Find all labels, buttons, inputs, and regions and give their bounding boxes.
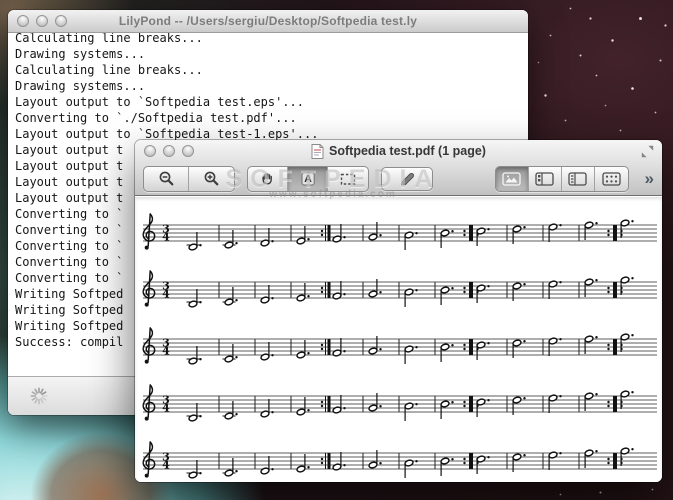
view-mode-button-group: [494, 165, 629, 192]
music-staff: 3 4: [142, 270, 657, 308]
text-tool-icon: A: [301, 171, 315, 185]
view-contact-sheet-button[interactable]: [595, 167, 628, 191]
table-of-contents-icon: [568, 171, 587, 186]
preview-toolbar: SOFTPEDIA www.softpedia.com A »: [135, 162, 662, 200]
view-table-of-contents-button[interactable]: [562, 166, 595, 191]
tool-button-group: A: [247, 165, 369, 192]
move-tool-button[interactable]: [248, 166, 288, 191]
pdf-page[interactable]: 3 4 3 4 3 4 3 4 3 4: [135, 197, 662, 482]
zoom-out-icon: [159, 171, 173, 186]
document-icon: [311, 143, 324, 159]
preview-window-chrome: Softpedia test.pdf (1 page) SOFTPEDIA ww…: [135, 140, 662, 200]
svg-text:4: 4: [162, 288, 170, 301]
svg-text:4: 4: [162, 345, 170, 358]
preview-titlebar[interactable]: Softpedia test.pdf (1 page): [135, 140, 662, 162]
view-thumbnails-button[interactable]: [529, 166, 562, 191]
terminal-title: LilyPond -- /Users/sergiu/Desktop/Softpe…: [118, 14, 418, 28]
zoom-in-icon: [204, 171, 219, 186]
music-staff: 3 4: [142, 384, 657, 422]
pencil-icon: [401, 172, 415, 185]
zoom-in-button[interactable]: [189, 167, 234, 191]
terminal-titlebar[interactable]: LilyPond -- /Users/sergiu/Desktop/Softpe…: [8, 10, 528, 33]
zoom-out-button[interactable]: [144, 166, 189, 191]
progress-spinner-icon: [30, 387, 48, 405]
hand-icon: [262, 173, 272, 185]
terminal-window-controls: [17, 15, 67, 27]
music-staff: 3 4: [142, 327, 657, 365]
zoom-button[interactable]: [55, 15, 67, 27]
svg-text:4: 4: [162, 459, 170, 472]
svg-text:4: 4: [162, 231, 170, 244]
close-button[interactable]: [144, 145, 156, 157]
rectangular-selection-tool-button[interactable]: [328, 167, 368, 191]
preview-title: Softpedia test.pdf (1 page): [329, 144, 486, 158]
minimize-button[interactable]: [163, 145, 175, 157]
svg-text:A: A: [304, 173, 312, 185]
music-score: 3 4 3 4 3 4 3 4 3 4: [135, 209, 662, 482]
contact-sheet-icon: [601, 171, 621, 186]
selection-marquee-icon: [340, 173, 356, 185]
zoom-button[interactable]: [182, 145, 194, 157]
text-selection-tool-button[interactable]: A: [288, 166, 328, 191]
starfield: [0, 0, 1, 1]
minimize-button[interactable]: [36, 15, 48, 27]
annotate-button[interactable]: [381, 166, 433, 191]
preview-window-controls: [144, 145, 194, 157]
svg-text:4: 4: [162, 402, 170, 415]
content-only-icon: [502, 171, 521, 186]
toolbar-overflow-chevron[interactable]: »: [645, 170, 654, 187]
preview-window: Softpedia test.pdf (1 page) SOFTPEDIA ww…: [135, 140, 662, 482]
thumbnails-icon: [535, 171, 554, 186]
music-staff: 3 4: [142, 441, 657, 479]
music-staff: 3 4: [142, 213, 657, 251]
desktop-background: LilyPond -- /Users/sergiu/Desktop/Softpe…: [0, 0, 673, 500]
fullscreen-icon[interactable]: [641, 145, 654, 158]
view-content-only-button[interactable]: [495, 166, 529, 191]
close-button[interactable]: [17, 15, 29, 27]
zoom-button-group: [143, 165, 235, 192]
